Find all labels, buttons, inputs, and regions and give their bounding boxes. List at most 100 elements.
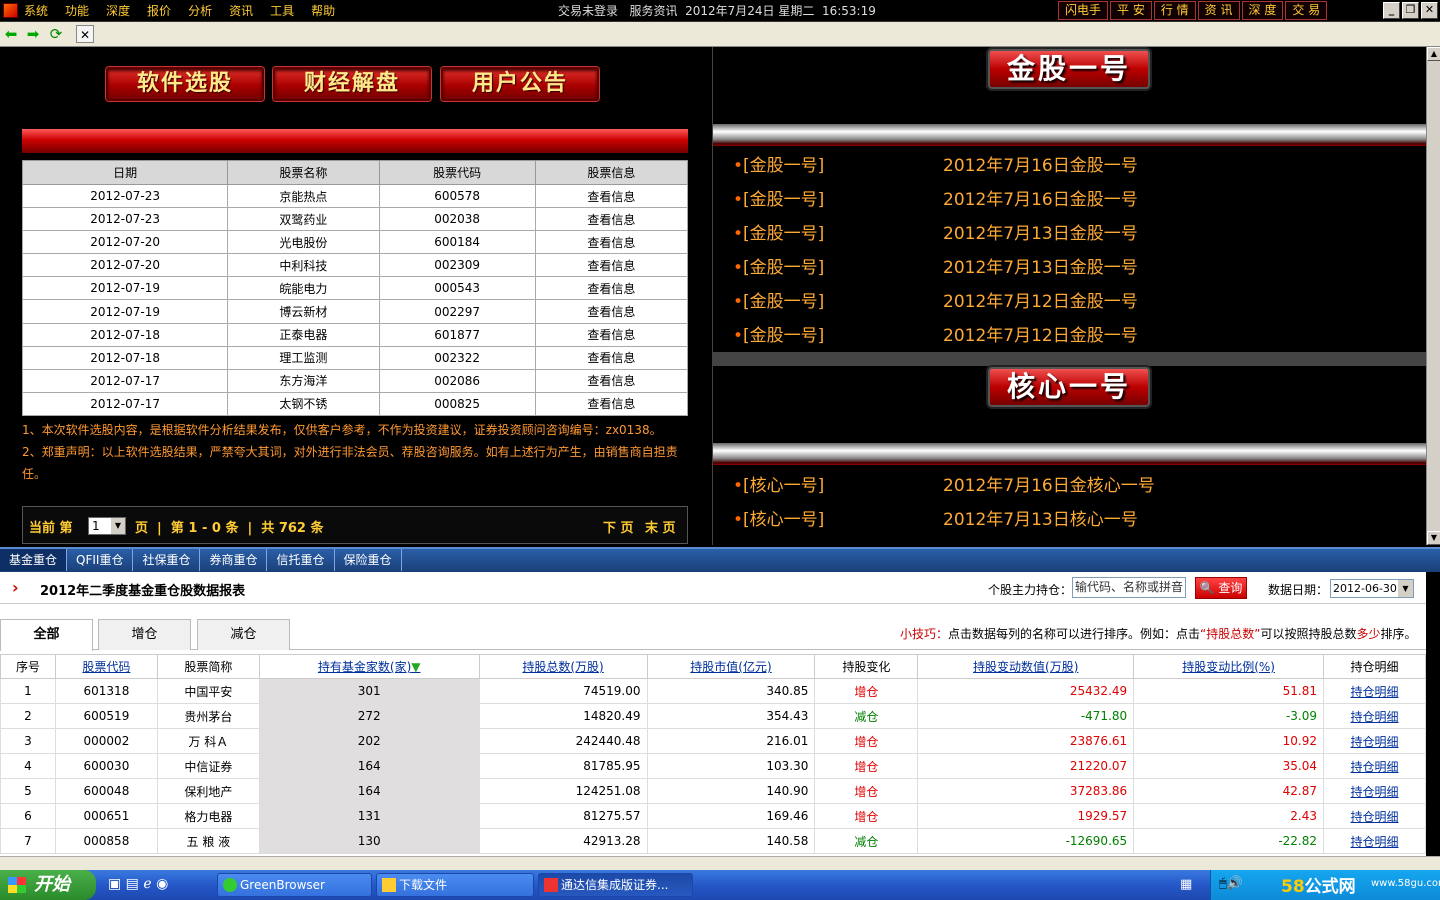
holding-detail-link[interactable]: 持仓明细 bbox=[1323, 753, 1426, 779]
date-select[interactable]: 2012-06-30 ▼ bbox=[1330, 579, 1414, 598]
forward-arrow-icon[interactable]: ➡ bbox=[24, 25, 42, 43]
table-cell: 131 bbox=[258, 803, 480, 829]
table-cell: 35.04 bbox=[1133, 753, 1325, 779]
news-item[interactable]: •[金股一号] 2012年7月16日金股一号 bbox=[733, 151, 1138, 176]
window-controls: _ ❐ ✕ bbox=[1381, 2, 1438, 19]
menu-item[interactable]: 深度 bbox=[106, 0, 130, 22]
news-title[interactable]: 2012年7月13日金股一号 bbox=[943, 253, 1138, 278]
view-info-link[interactable]: 查看信息 bbox=[534, 368, 689, 393]
news-item[interactable]: •[核心一号] 2012年7月16日金核心一号 bbox=[733, 471, 1155, 496]
view-info-link[interactable]: 查看信息 bbox=[534, 391, 689, 416]
quick-button[interactable]: 深 度 bbox=[1241, 1, 1284, 20]
query-button[interactable]: 🔍 查询 bbox=[1195, 577, 1247, 599]
news-item[interactable]: •[核心一号] 2012年7月13日核心一号 bbox=[733, 505, 1138, 530]
menu-item[interactable]: 帮助 bbox=[311, 0, 335, 22]
user-notice-button[interactable]: 用户公告 bbox=[441, 67, 599, 101]
software-pick-button[interactable]: 软件选股 bbox=[106, 67, 264, 101]
holding-detail-link[interactable]: 持仓明细 bbox=[1323, 778, 1426, 804]
menu-item[interactable]: 系统 bbox=[24, 0, 48, 22]
refresh-icon[interactable]: ⟳ bbox=[47, 25, 65, 43]
restore-icon[interactable]: ❐ bbox=[1402, 2, 1419, 19]
news-title[interactable]: 2012年7月16日金核心一号 bbox=[943, 471, 1155, 496]
view-info-link[interactable]: 查看信息 bbox=[534, 183, 689, 209]
menu-item[interactable]: 报价 bbox=[147, 0, 171, 22]
menu-item[interactable]: 工具 bbox=[270, 0, 294, 22]
tray-icons[interactable]: 🖱🔊 bbox=[1219, 876, 1243, 891]
tab-all[interactable]: 全部 bbox=[0, 619, 93, 651]
view-info-link[interactable]: 查看信息 bbox=[534, 207, 689, 232]
holding-detail-link[interactable]: 持仓明细 bbox=[1323, 828, 1426, 854]
tab-holding[interactable]: QFII重仓 bbox=[67, 549, 134, 571]
news-title[interactable]: 2012年7月13日核心一号 bbox=[943, 505, 1138, 530]
quick-button[interactable]: 平 安 bbox=[1110, 1, 1152, 20]
column-header[interactable]: 持有基金家数(家)▼ bbox=[258, 654, 480, 679]
holding-detail-link[interactable]: 持仓明细 bbox=[1323, 703, 1426, 729]
news-title[interactable]: 2012年7月13日金股一号 bbox=[943, 219, 1138, 244]
scroll-down-icon[interactable]: ▼ bbox=[1427, 531, 1440, 545]
close-icon[interactable]: ✕ bbox=[1421, 2, 1438, 19]
holding-detail-link[interactable]: 持仓明细 bbox=[1323, 678, 1426, 704]
tab-holding[interactable]: 信托重仓 bbox=[267, 549, 335, 571]
news-item[interactable]: •[金股一号] 2012年7月13日金股一号 bbox=[733, 219, 1138, 244]
news-title[interactable]: 2012年7月12日金股一号 bbox=[943, 287, 1138, 312]
table-cell: 600184 bbox=[378, 230, 536, 255]
minimize-icon[interactable]: _ bbox=[1383, 2, 1400, 19]
app-icon[interactable] bbox=[3, 3, 18, 18]
quick-button[interactable]: 闪电手 bbox=[1058, 1, 1109, 20]
task-tdx[interactable]: 通达信集成版证券... bbox=[538, 873, 693, 897]
menu-item[interactable]: 功能 bbox=[65, 0, 89, 22]
tab-holding[interactable]: 基金重仓 bbox=[0, 549, 68, 571]
windows-logo-icon bbox=[8, 877, 26, 893]
finance-analysis-button[interactable]: 财经解盘 bbox=[273, 67, 431, 101]
quicklaunch-icon[interactable]: ▣ ▤ ℯ ◉ bbox=[108, 876, 168, 892]
view-info-link[interactable]: 查看信息 bbox=[534, 345, 689, 370]
column-header[interactable]: 股票代码 bbox=[54, 654, 158, 679]
next-page-link[interactable]: 下 页 bbox=[603, 517, 634, 536]
fund-report: › 2012年二季度基金重仓股数据报表 个股主力持仓： 输代码、名称或拼音 🔍 … bbox=[0, 572, 1426, 856]
vertical-scrollbar[interactable]: ▲ ▼ bbox=[1426, 47, 1440, 545]
tab-increase[interactable]: 增仓 bbox=[98, 619, 191, 650]
column-header[interactable]: 持股市值(亿元) bbox=[646, 654, 816, 679]
view-info-link[interactable]: 查看信息 bbox=[534, 253, 689, 278]
keyboard-icon[interactable]: ▦ bbox=[1180, 877, 1192, 892]
news-item[interactable]: •[金股一号] 2012年7月12日金股一号 bbox=[733, 321, 1138, 346]
last-page-link[interactable]: 末 页 bbox=[645, 517, 676, 536]
column-header[interactable]: 持股变动数值(万股) bbox=[917, 654, 1135, 679]
menu-item[interactable]: 分析 bbox=[188, 0, 212, 22]
table-cell: -22.82 bbox=[1133, 828, 1325, 854]
start-button[interactable]: 开始 bbox=[0, 870, 96, 900]
horizontal-scrollbar[interactable] bbox=[0, 856, 1440, 870]
table-cell: 2 bbox=[0, 703, 56, 729]
view-info-link[interactable]: 查看信息 bbox=[534, 322, 689, 347]
column-header[interactable]: 持股变动比例(%) bbox=[1133, 654, 1325, 679]
news-title[interactable]: 2012年7月12日金股一号 bbox=[943, 321, 1138, 346]
news-title[interactable]: 2012年7月16日金股一号 bbox=[943, 185, 1138, 210]
quick-button[interactable]: 行 情 bbox=[1153, 1, 1196, 20]
tab-holding[interactable]: 保险重仓 bbox=[335, 549, 402, 571]
view-info-link[interactable]: 查看信息 bbox=[534, 230, 689, 255]
task-greenbrowser[interactable]: GreenBrowser bbox=[217, 873, 372, 897]
quick-button[interactable]: 交 易 bbox=[1285, 1, 1328, 20]
table-cell: 太钢不锈 bbox=[227, 391, 380, 416]
quick-button[interactable]: 资 讯 bbox=[1197, 1, 1240, 20]
news-item[interactable]: •[金股一号] 2012年7月16日金股一号 bbox=[733, 185, 1138, 210]
view-info-link[interactable]: 查看信息 bbox=[534, 276, 689, 301]
menu-item[interactable]: 资讯 bbox=[229, 0, 253, 22]
tab-holding[interactable]: 社保重仓 bbox=[133, 549, 201, 571]
news-title[interactable]: 2012年7月16日金股一号 bbox=[943, 151, 1138, 176]
close-page-icon[interactable]: ✕ bbox=[76, 25, 94, 43]
back-arrow-icon[interactable]: ⬅ bbox=[2, 25, 20, 43]
holding-detail-link[interactable]: 持仓明细 bbox=[1323, 803, 1426, 829]
task-downloads[interactable]: 下载文件 bbox=[376, 873, 534, 897]
holding-detail-link[interactable]: 持仓明细 bbox=[1323, 728, 1426, 754]
tab-holding[interactable]: 券商重仓 bbox=[200, 549, 268, 571]
news-item[interactable]: •[金股一号] 2012年7月13日金股一号 bbox=[733, 253, 1138, 278]
table-row: 3 000002 万 科Ａ 202 242440.48 216.01 增仓 23876.61 1… bbox=[0, 728, 1426, 754]
page-select[interactable]: 1 ▼ bbox=[88, 517, 126, 535]
stock-search-input[interactable]: 输代码、名称或拼音 bbox=[1072, 577, 1186, 598]
tab-decrease[interactable]: 减仓 bbox=[197, 619, 290, 650]
news-item[interactable]: •[金股一号] 2012年7月12日金股一号 bbox=[733, 287, 1138, 312]
column-header[interactable]: 持股总数(万股) bbox=[478, 654, 648, 679]
view-info-link[interactable]: 查看信息 bbox=[534, 299, 689, 324]
scroll-up-icon[interactable]: ▲ bbox=[1427, 47, 1440, 61]
